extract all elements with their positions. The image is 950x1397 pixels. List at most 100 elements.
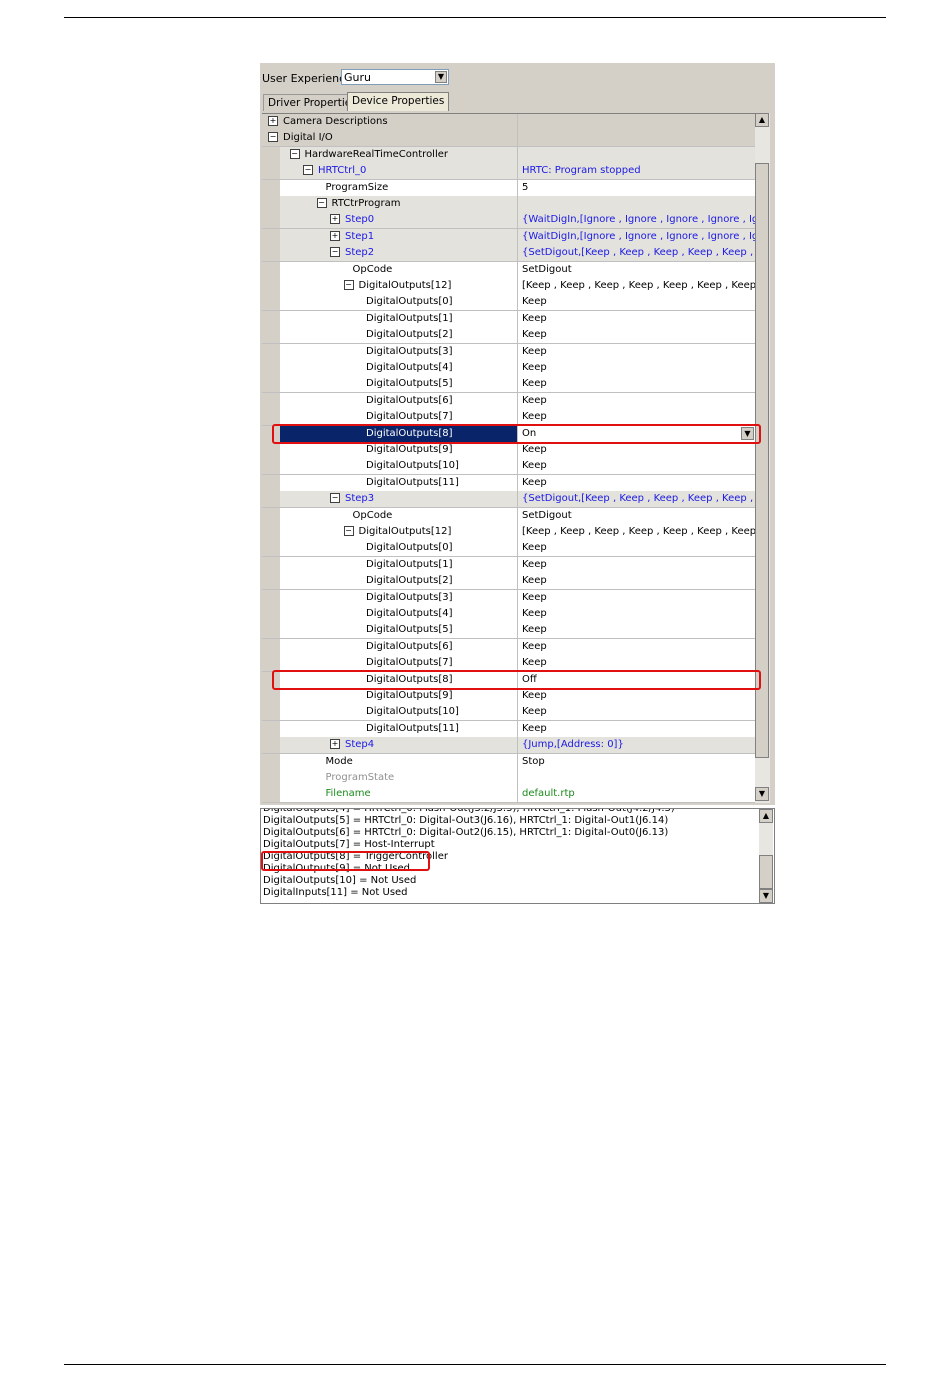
property-row[interactable]: DigitalOutputs[5] Keep: [262, 376, 756, 394]
property-value[interactable]: [517, 770, 756, 786]
property-name[interactable]: DigitalOutputs[4]: [280, 606, 517, 622]
scroll-thumb[interactable]: [755, 163, 769, 758]
property-value[interactable]: [Keep , Keep , Keep , Keep , Keep , Keep…: [517, 278, 756, 294]
property-row[interactable]: OpCode SetDigout: [262, 507, 756, 525]
property-value[interactable]: Keep: [517, 327, 756, 344]
property-row[interactable]: − HardwareRealTimeController: [262, 146, 756, 164]
property-row[interactable]: DigitalOutputs[6] Keep: [262, 638, 756, 656]
property-row[interactable]: OpCode SetDigout: [262, 261, 756, 279]
property-value[interactable]: [517, 196, 756, 212]
scroll-up-icon[interactable]: ▲: [755, 113, 769, 127]
property-value[interactable]: {SetDigout,[Keep , Keep , Keep , Keep , …: [517, 245, 756, 262]
property-name[interactable]: − Digital I/O: [264, 130, 517, 147]
plus-box-icon[interactable]: +: [268, 116, 278, 126]
minus-box-icon[interactable]: −: [268, 132, 278, 143]
property-name[interactable]: DigitalOutputs[9]: [280, 688, 517, 704]
scroll-thumb[interactable]: [759, 855, 773, 889]
property-name[interactable]: DigitalOutputs[3]: [280, 589, 517, 606]
minus-box-icon[interactable]: −: [316, 198, 327, 208]
scroll-down-icon[interactable]: ▼: [755, 787, 769, 801]
property-name[interactable]: − Step2: [280, 245, 517, 262]
property-name[interactable]: + Step1: [280, 228, 517, 245]
property-value[interactable]: Keep: [517, 589, 756, 606]
property-row[interactable]: DigitalOutputs[1] Keep: [262, 556, 756, 574]
property-value[interactable]: 5: [517, 179, 756, 196]
property-value[interactable]: Keep: [517, 409, 756, 426]
grid-scrollbar[interactable]: ▲ ▼: [755, 113, 770, 803]
property-value[interactable]: Keep: [517, 556, 756, 573]
property-name[interactable]: DigitalOutputs[1]: [280, 310, 517, 327]
property-value[interactable]: Keep: [517, 294, 756, 311]
property-value[interactable]: Keep: [517, 720, 756, 737]
property-value[interactable]: default.rtp: [517, 786, 756, 803]
property-row[interactable]: DigitalOutputs[7] Keep: [262, 655, 756, 673]
property-row[interactable]: DigitalOutputs[11] Keep: [262, 474, 756, 492]
minus-box-icon[interactable]: −: [343, 280, 354, 290]
property-value[interactable]: On ▼: [517, 425, 756, 442]
property-name[interactable]: DigitalOutputs[11]: [280, 474, 517, 491]
property-row[interactable]: DigitalOutputs[10] Keep: [262, 704, 756, 722]
property-row[interactable]: − DigitalOutputs[12] [Keep , Keep , Keep ,…: [262, 278, 756, 295]
property-name[interactable]: DigitalOutputs[6]: [280, 638, 517, 655]
property-row[interactable]: − DigitalOutputs[12] [Keep , Keep , Keep ,…: [262, 524, 756, 541]
tab-device-properties[interactable]: Device Properties: [347, 92, 450, 111]
property-row[interactable]: DigitalOutputs[4] Keep: [262, 360, 756, 377]
property-name[interactable]: DigitalOutputs[7]: [280, 409, 517, 426]
property-value[interactable]: Keep: [517, 392, 756, 409]
property-value[interactable]: Keep: [517, 573, 756, 590]
description-scrollbar[interactable]: ▲ ▼: [759, 809, 773, 903]
property-name[interactable]: − DigitalOutputs[12]: [280, 278, 517, 294]
property-row[interactable]: DigitalOutputs[8] On ▼: [262, 425, 756, 443]
property-row[interactable]: Mode Stop: [262, 753, 756, 771]
property-name[interactable]: ProgramState: [280, 770, 517, 786]
property-row[interactable]: − Step2 {SetDigout,[Keep , Keep , Keep , K…: [262, 245, 756, 263]
property-name[interactable]: DigitalOutputs[6]: [280, 392, 517, 409]
property-row[interactable]: − HRTCtrl_0 HRTC: Program stopped: [262, 163, 756, 181]
property-name[interactable]: DigitalOutputs[10]: [280, 704, 517, 721]
property-value[interactable]: Keep: [517, 704, 756, 721]
property-row[interactable]: + Step4 {Jump,[Address: 0]}: [262, 737, 756, 755]
property-row[interactable]: − Digital I/O: [262, 130, 756, 148]
property-row[interactable]: DigitalOutputs[0] Keep: [262, 540, 756, 558]
property-value[interactable]: {SetDigout,[Keep , Keep , Keep , Keep , …: [517, 491, 756, 508]
property-value[interactable]: Keep: [517, 622, 756, 639]
property-row[interactable]: − RTCtrProgram: [262, 196, 756, 213]
property-row[interactable]: DigitalOutputs[9] Keep: [262, 442, 756, 459]
property-row[interactable]: ProgramSize 5: [262, 179, 756, 197]
property-name[interactable]: + Step0: [280, 212, 517, 229]
property-name[interactable]: Mode: [280, 753, 517, 770]
property-row[interactable]: DigitalOutputs[5] Keep: [262, 622, 756, 640]
user-experience-select[interactable]: Guru ▼: [341, 69, 449, 85]
property-value[interactable]: Keep: [517, 310, 756, 327]
property-name[interactable]: OpCode: [280, 507, 517, 524]
property-row[interactable]: + Camera Descriptions: [262, 114, 756, 131]
property-value[interactable]: Keep: [517, 442, 756, 458]
property-name[interactable]: DigitalOutputs[5]: [280, 376, 517, 393]
property-name[interactable]: DigitalOutputs[2]: [280, 573, 517, 590]
property-value[interactable]: Keep: [517, 360, 756, 376]
property-row[interactable]: − Step3 {SetDigout,[Keep , Keep , Keep , K…: [262, 491, 756, 509]
property-name[interactable]: DigitalOutputs[2]: [280, 327, 517, 344]
property-value[interactable]: Keep: [517, 655, 756, 672]
minus-box-icon[interactable]: −: [330, 247, 340, 258]
property-name[interactable]: DigitalOutputs[1]: [280, 556, 517, 573]
property-value[interactable]: [517, 146, 756, 163]
scroll-up-icon[interactable]: ▲: [759, 809, 773, 823]
property-value[interactable]: HRTC: Program stopped: [517, 163, 756, 180]
property-name[interactable]: DigitalOutputs[9]: [280, 442, 517, 458]
property-name[interactable]: OpCode: [280, 261, 517, 278]
scroll-down-icon[interactable]: ▼: [759, 889, 773, 903]
property-value[interactable]: Keep: [517, 376, 756, 393]
property-value[interactable]: Keep: [517, 688, 756, 704]
property-row[interactable]: DigitalOutputs[6] Keep: [262, 392, 756, 410]
property-row[interactable]: Filename default.rtp: [262, 786, 756, 804]
property-row[interactable]: + Step0 {WaitDigIn,[Ignore , Ignore , Igno…: [262, 212, 756, 230]
property-value[interactable]: {WaitDigIn,[Ignore , Ignore , Ignore , I…: [517, 228, 756, 245]
property-value[interactable]: SetDigout: [517, 261, 756, 278]
property-value[interactable]: [Keep , Keep , Keep , Keep , Keep , Keep…: [517, 524, 756, 540]
property-name[interactable]: DigitalOutputs[3]: [280, 343, 517, 360]
property-value[interactable]: Stop: [517, 753, 756, 770]
property-value[interactable]: Keep: [517, 638, 756, 655]
property-name[interactable]: − HRTCtrl_0: [280, 163, 517, 180]
property-name[interactable]: + Camera Descriptions: [264, 114, 517, 130]
